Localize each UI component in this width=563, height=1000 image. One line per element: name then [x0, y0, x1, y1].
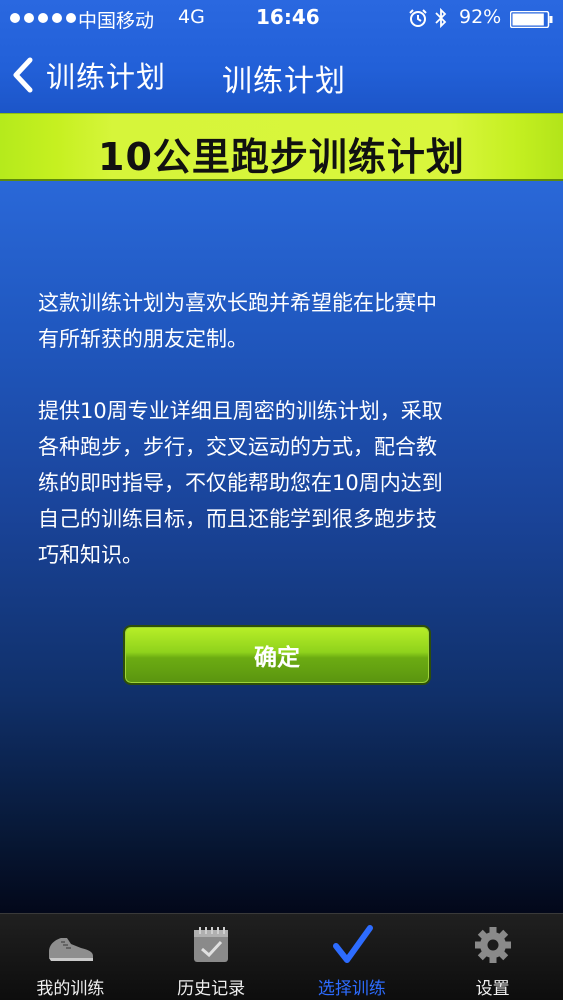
tab-select-training[interactable]: 选择训练	[282, 914, 423, 1000]
status-bar: 中国移动 4G 16:46 92%	[0, 0, 563, 36]
description-line: 这款训练计划为喜欢长跑并希望能在比赛中	[38, 291, 437, 315]
chevron-left-icon	[13, 57, 33, 93]
description-paragraph-2: 提供10周专业详细且周密的训练计划，采取 各种跑步，步行，交叉运动的方式，配合教…	[38, 393, 538, 573]
tab-settings[interactable]: 设置	[422, 914, 563, 1000]
description-line: 练的即时指导，不仅能帮助您在10周内达到	[38, 471, 443, 495]
bluetooth-icon	[435, 7, 447, 29]
navigation-bar: 训练计划 训练计划	[0, 44, 563, 104]
page-title: 训练计划	[222, 64, 346, 99]
tab-history[interactable]: 历史记录	[141, 914, 282, 1000]
description-paragraph-1: 这款训练计划为喜欢长跑并希望能在比赛中 有所斩获的朋友定制。	[38, 285, 538, 357]
tab-label: 历史记录	[177, 979, 246, 999]
battery-icon	[510, 11, 553, 28]
calendar-check-icon	[194, 927, 229, 962]
network-type: 4G	[178, 6, 205, 28]
checkmark-icon	[332, 925, 373, 963]
alarm-icon	[409, 9, 427, 27]
tab-bar: 我的训练 历史记录 选择训练 设置	[0, 913, 563, 1000]
tab-label: 我的训练	[36, 979, 105, 999]
main-content: 这款训练计划为喜欢长跑并希望能在比赛中 有所斩获的朋友定制。 提供10周专业详细…	[0, 181, 563, 913]
plan-title: 10公里跑步训练计划	[98, 135, 465, 179]
tab-label: 选择训练	[317, 979, 386, 999]
description-line: 提供10周专业详细且周密的训练计划，采取	[38, 399, 443, 423]
signal-strength-icon	[10, 13, 76, 23]
clock: 16:46	[256, 5, 320, 29]
battery-percentage: 92%	[459, 6, 502, 28]
gear-icon	[474, 927, 511, 963]
description-line: 各种跑步，步行，交叉运动的方式，配合教	[38, 435, 437, 459]
top-bar: 中国移动 4G 16:46 92% 训练计划 训练计划	[0, 0, 563, 113]
back-button[interactable]: 训练计划	[10, 54, 166, 96]
carrier-name: 中国移动	[78, 10, 155, 32]
back-button-label: 训练计划	[46, 60, 167, 94]
tab-my-training[interactable]: 我的训练	[0, 914, 141, 1000]
description-line: 自己的训练目标，而且还能学到很多跑步技	[38, 507, 437, 531]
plan-description: 这款训练计划为喜欢长跑并希望能在比赛中 有所斩获的朋友定制。 提供10周专业详细…	[38, 285, 538, 609]
plan-banner: 10公里跑步训练计划	[0, 113, 563, 181]
description-line: 有所斩获的朋友定制。	[38, 327, 248, 351]
confirm-button[interactable]: 确定	[123, 625, 431, 685]
shoe-icon	[49, 938, 94, 961]
description-line: 巧和知识。	[38, 543, 143, 567]
tab-label: 设置	[475, 979, 510, 999]
